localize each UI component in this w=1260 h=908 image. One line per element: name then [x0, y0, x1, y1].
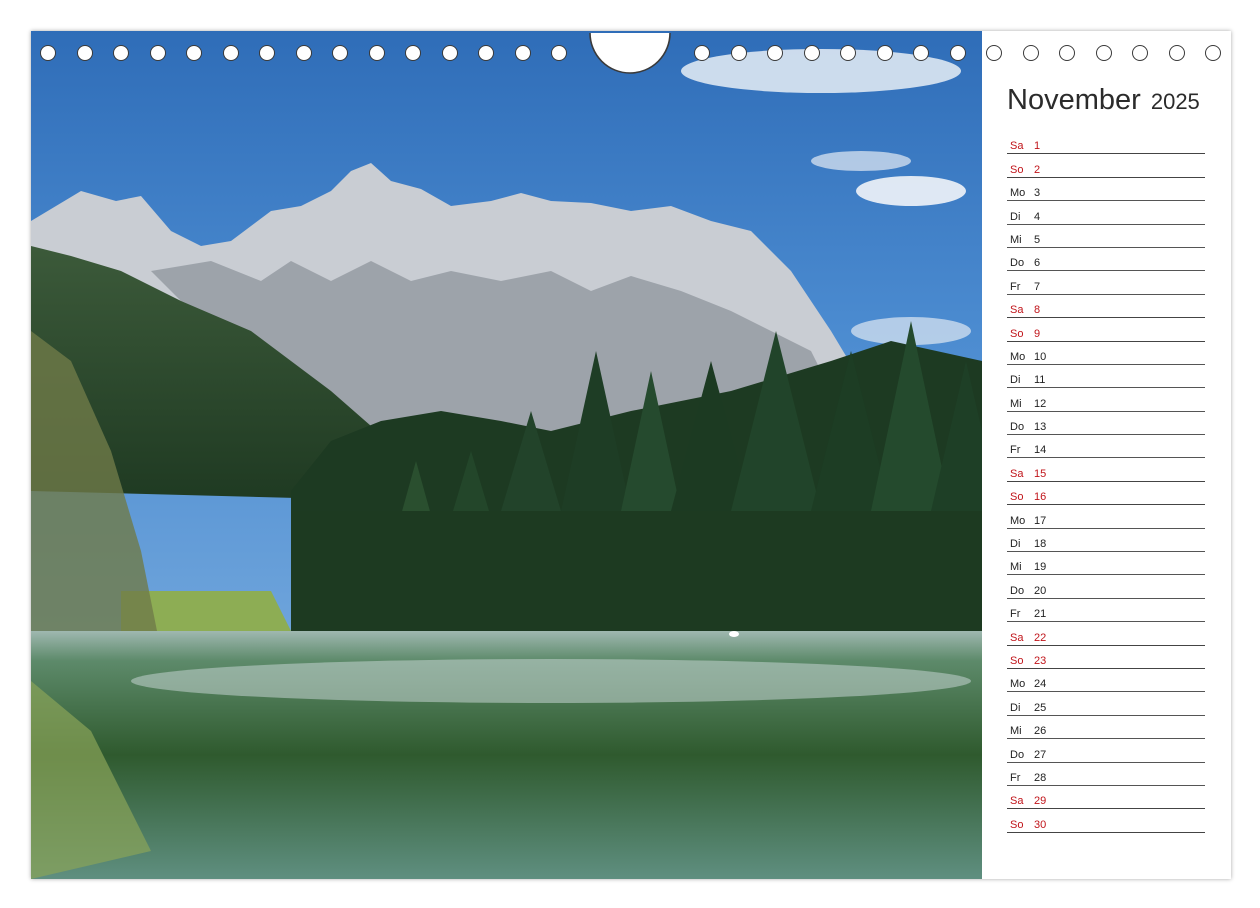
weekday-label: Mi — [1010, 725, 1022, 738]
weekday-label: Fr — [1010, 771, 1021, 784]
weekday-label: Fr — [1010, 444, 1021, 457]
day-number: 6 — [1034, 257, 1041, 270]
day-number: 11 — [1034, 374, 1046, 387]
day-row: Sa 15 — [1007, 458, 1205, 482]
day-row: So 9 — [1007, 318, 1205, 342]
day-row: Di 25 — [1007, 692, 1205, 716]
day-number: 4 — [1034, 210, 1041, 223]
day-row: So 16 — [1007, 482, 1205, 506]
day-number: 20 — [1034, 584, 1047, 597]
calendar-page: November 2025 Sa 1 So 2 Mo 3 Di 4 Mi 5 Do 6 Fr 7 Sa 8 So… — [31, 31, 1231, 879]
day-row: Fr 14 — [1007, 435, 1205, 459]
weekday-label: Mi — [1010, 397, 1022, 410]
day-row: Mi 26 — [1007, 716, 1205, 740]
day-number: 30 — [1034, 818, 1047, 831]
day-row: Do 27 — [1007, 739, 1205, 763]
day-number: 16 — [1034, 491, 1047, 504]
weekday-label: Sa — [1010, 795, 1024, 808]
weekday-label: Mo — [1010, 187, 1026, 200]
day-number: 3 — [1034, 187, 1041, 200]
day-number: 17 — [1034, 514, 1047, 527]
day-row: Mo 10 — [1007, 342, 1205, 365]
day-number: 7 — [1034, 280, 1041, 293]
year: 2025 — [1150, 89, 1200, 114]
day-row: Mi 19 — [1007, 552, 1205, 576]
day-row: Do 20 — [1007, 575, 1205, 599]
weekday-label: Di — [1010, 210, 1021, 223]
day-row: Fr 28 — [1007, 763, 1205, 786]
landscape-photo — [31, 31, 982, 879]
day-number: 21 — [1034, 608, 1047, 621]
day-number: 10 — [1034, 350, 1047, 363]
day-number: 5 — [1034, 233, 1041, 246]
day-row: Mi 12 — [1007, 388, 1205, 412]
weekday-label: Do — [1010, 584, 1025, 597]
day-number: 28 — [1034, 771, 1047, 784]
day-row: Mo 17 — [1007, 505, 1205, 529]
weekday-label: Mi — [1010, 233, 1022, 246]
day-row: Sa 29 — [1007, 786, 1205, 810]
weekday-label: Sa — [1010, 140, 1024, 153]
day-number: 15 — [1034, 467, 1047, 480]
weekday-label: So — [1010, 163, 1024, 176]
day-row: Do 6 — [1007, 248, 1205, 272]
day-row: So 30 — [1007, 809, 1205, 833]
month-title: November 2025 — [1007, 84, 1200, 117]
day-number: 8 — [1034, 304, 1041, 317]
day-number: 14 — [1034, 444, 1047, 457]
day-number: 29 — [1034, 795, 1047, 808]
weekday-label: So — [1010, 491, 1024, 504]
calendar-panel: November 2025 Sa 1 So 2 Mo 3 Di 4 Mi 5 Do 6 Fr 7 Sa 8 So… — [982, 31, 1231, 879]
weekday-label: Fr — [1010, 280, 1021, 293]
day-number: 23 — [1034, 654, 1047, 667]
weekday-label: Mo — [1010, 678, 1026, 691]
day-number: 24 — [1034, 678, 1047, 691]
weekday-label: Mo — [1010, 350, 1026, 363]
day-number: 2 — [1034, 163, 1041, 176]
hanger-cutout — [589, 32, 671, 74]
weekday-label: Mo — [1010, 514, 1026, 527]
day-row: Sa 22 — [1007, 622, 1205, 646]
weekday-label: Do — [1010, 421, 1025, 434]
day-number: 12 — [1034, 397, 1047, 410]
day-row: Di 11 — [1007, 365, 1205, 389]
day-row: Sa 8 — [1007, 295, 1205, 319]
weekday-label: Sa — [1010, 631, 1024, 644]
day-number: 1 — [1034, 140, 1041, 153]
day-row: So 2 — [1007, 154, 1205, 178]
weekday-label: So — [1010, 818, 1024, 831]
day-row: Sa 1 — [1007, 131, 1205, 155]
day-row: Fr 7 — [1007, 271, 1205, 295]
weekday-label: Do — [1010, 748, 1025, 761]
day-number: 27 — [1034, 748, 1047, 761]
day-list: Sa 1 So 2 Mo 3 Di 4 Mi 5 Do 6 Fr 7 Sa 8 So 9 Mo 10 Di 11 Mi 12 D… — [1007, 131, 1205, 833]
day-row: Mi 5 — [1007, 225, 1205, 248]
day-row: So 23 — [1007, 646, 1205, 669]
weekday-label: Di — [1010, 701, 1021, 714]
month-name: November — [1007, 84, 1141, 116]
day-number: 9 — [1034, 327, 1041, 340]
day-row: Do 13 — [1007, 412, 1205, 436]
weekday-label: Di — [1010, 374, 1021, 387]
day-number: 19 — [1034, 561, 1047, 574]
day-number: 18 — [1034, 538, 1047, 551]
weekday-label: Sa — [1010, 467, 1024, 480]
day-number: 26 — [1034, 725, 1047, 738]
weekday-label: Di — [1010, 538, 1021, 551]
day-row: Di 18 — [1007, 529, 1205, 553]
day-row: Fr 21 — [1007, 599, 1205, 623]
day-row: Mo 24 — [1007, 669, 1205, 693]
weekday-label: Mi — [1010, 561, 1022, 574]
day-row: Mo 3 — [1007, 178, 1205, 202]
weekday-label: Do — [1010, 257, 1025, 270]
weekday-label: So — [1010, 654, 1024, 667]
weekday-label: Sa — [1010, 304, 1024, 317]
day-number: 13 — [1034, 421, 1047, 434]
weekday-label: Fr — [1010, 608, 1021, 621]
day-number: 22 — [1034, 631, 1047, 644]
weekday-label: So — [1010, 327, 1024, 340]
day-number: 25 — [1034, 701, 1047, 714]
day-row: Di 4 — [1007, 201, 1205, 225]
